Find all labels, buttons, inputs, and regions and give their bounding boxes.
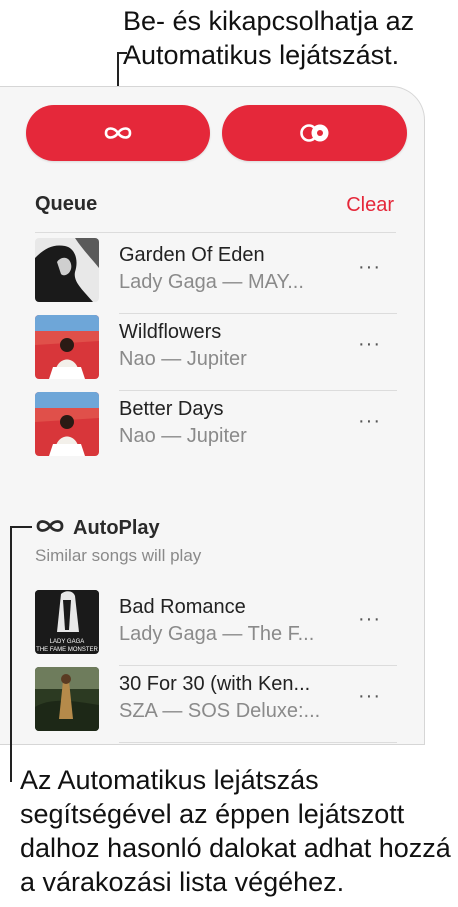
queue-divider <box>35 232 396 233</box>
repeat-icon <box>298 123 332 143</box>
queue-heading: Queue <box>35 193 98 215</box>
track-title: Wildflowers <box>119 321 222 343</box>
callout-autoplay-toggle: Be- és kikapcsolhatja az Automatikus lej… <box>123 6 415 70</box>
autoplay-track[interactable]: 30 For 30 (with Ken... SZA — SOS Deluxe:… <box>35 667 397 743</box>
queue-track[interactable]: Better Days Nao — Jupiter ··· <box>35 392 397 468</box>
track-title: Garden Of Eden <box>119 244 265 266</box>
callout-bottom-leader <box>10 526 12 782</box>
infinity-icon <box>35 517 65 540</box>
track-subtitle: Nao — Jupiter <box>119 425 247 447</box>
track-subtitle: Nao — Jupiter <box>119 348 247 370</box>
queue-track[interactable]: Wildflowers Nao — Jupiter ··· <box>35 315 397 391</box>
autoplay-title: AutoPlay <box>73 517 160 539</box>
track-subtitle: SZA — SOS Deluxe:... <box>119 700 321 722</box>
autoplay-heading: AutoPlay <box>35 517 160 540</box>
row-separator <box>119 313 397 314</box>
autoplay-subtitle: Similar songs will play <box>35 546 202 565</box>
track-title: 30 For 30 (with Ken... <box>119 673 311 695</box>
clear-queue-button[interactable]: Clear <box>346 194 394 217</box>
album-art <box>35 315 99 379</box>
album-art-text: LADY GAGA <box>49 639 85 645</box>
more-options-button[interactable]: ··· <box>358 685 381 708</box>
album-art <box>35 667 99 731</box>
autoplay-toggle-button[interactable] <box>26 105 210 161</box>
album-art-text: THE FAME MONSTER <box>36 647 98 653</box>
album-art: LADY GAGA THE FAME MONSTER <box>35 590 99 654</box>
track-title: Better Days <box>119 398 224 420</box>
more-options-button[interactable]: ··· <box>358 333 381 356</box>
up-next-panel: Queue Clear Garden Of Eden Lady Gaga — M… <box>0 86 425 745</box>
row-separator <box>119 665 397 666</box>
infinity-icon <box>103 125 133 141</box>
more-options-button[interactable]: ··· <box>358 256 381 279</box>
row-separator <box>119 742 397 743</box>
repeat-button[interactable] <box>222 105 407 161</box>
album-art <box>35 238 99 302</box>
callout-autoplay-description: Az Automatikus lejátszás segítségével az… <box>20 765 451 897</box>
more-options-button[interactable]: ··· <box>358 608 381 631</box>
row-separator <box>119 390 397 391</box>
callout-top-leader-cap <box>117 52 127 54</box>
album-art <box>35 392 99 456</box>
track-title: Bad Romance <box>119 596 246 618</box>
track-subtitle: Lady Gaga — The F... <box>119 623 315 645</box>
track-subtitle: Lady Gaga — MAY... <box>119 271 304 293</box>
queue-track[interactable]: Garden Of Eden Lady Gaga — MAY... ··· <box>35 238 397 314</box>
autoplay-track[interactable]: LADY GAGA THE FAME MONSTER Bad Romance L… <box>35 590 397 666</box>
more-options-button[interactable]: ··· <box>358 410 381 433</box>
callout-bottom-leader-cap <box>10 526 32 528</box>
